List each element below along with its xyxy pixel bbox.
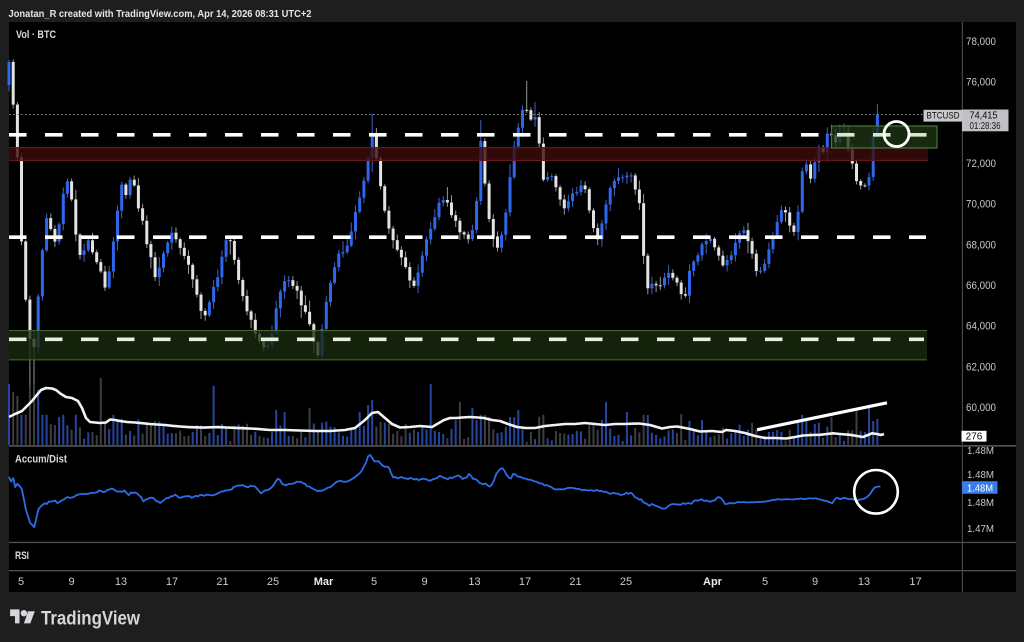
svg-text:9: 9 xyxy=(68,576,74,588)
svg-text:74,415: 74,415 xyxy=(970,110,998,122)
svg-text:5: 5 xyxy=(371,576,377,588)
svg-text:21: 21 xyxy=(216,576,228,588)
svg-text:276: 276 xyxy=(966,432,983,443)
svg-text:72,000: 72,000 xyxy=(966,158,996,170)
svg-text:60,000: 60,000 xyxy=(966,402,996,414)
svg-text:5: 5 xyxy=(18,576,24,588)
svg-text:Vol · BTC: Vol · BTC xyxy=(16,29,56,41)
svg-text:1.48M: 1.48M xyxy=(967,445,994,457)
svg-text:17: 17 xyxy=(909,576,921,588)
svg-text:64,000: 64,000 xyxy=(966,321,996,333)
svg-text:13: 13 xyxy=(858,576,870,588)
svg-text:17: 17 xyxy=(519,576,531,588)
svg-text:Jonatan_R created with Trading: Jonatan_R created with TradingView.com, … xyxy=(9,8,312,20)
svg-text:RSI: RSI xyxy=(15,550,29,562)
svg-text:Mar: Mar xyxy=(314,576,334,588)
svg-text:9: 9 xyxy=(812,576,818,588)
svg-text:25: 25 xyxy=(620,576,632,588)
svg-text:21: 21 xyxy=(569,576,581,588)
svg-text:5: 5 xyxy=(762,576,768,588)
svg-text:BTCUSD: BTCUSD xyxy=(927,111,960,122)
svg-text:78,000: 78,000 xyxy=(966,36,996,48)
svg-text:17: 17 xyxy=(166,576,178,588)
svg-text:1.48M: 1.48M xyxy=(967,482,993,494)
svg-text:62,000: 62,000 xyxy=(966,361,996,373)
svg-text:1.48M: 1.48M xyxy=(967,469,994,481)
svg-text:1.48M: 1.48M xyxy=(967,497,994,509)
svg-text:13: 13 xyxy=(468,576,480,588)
svg-text:Accum/Dist: Accum/Dist xyxy=(15,454,67,466)
svg-text:66,000: 66,000 xyxy=(966,280,996,292)
svg-text:9: 9 xyxy=(421,576,427,588)
svg-text:TradingView: TradingView xyxy=(41,609,140,630)
svg-text:76,000: 76,000 xyxy=(966,77,996,89)
svg-text:70,000: 70,000 xyxy=(966,199,996,211)
svg-text:25: 25 xyxy=(267,576,279,588)
svg-text:68,000: 68,000 xyxy=(966,239,996,251)
svg-text:Apr: Apr xyxy=(703,576,723,588)
svg-text:01:28:36: 01:28:36 xyxy=(970,121,1001,132)
svg-text:1.47M: 1.47M xyxy=(967,523,994,535)
svg-text:13: 13 xyxy=(115,576,127,588)
